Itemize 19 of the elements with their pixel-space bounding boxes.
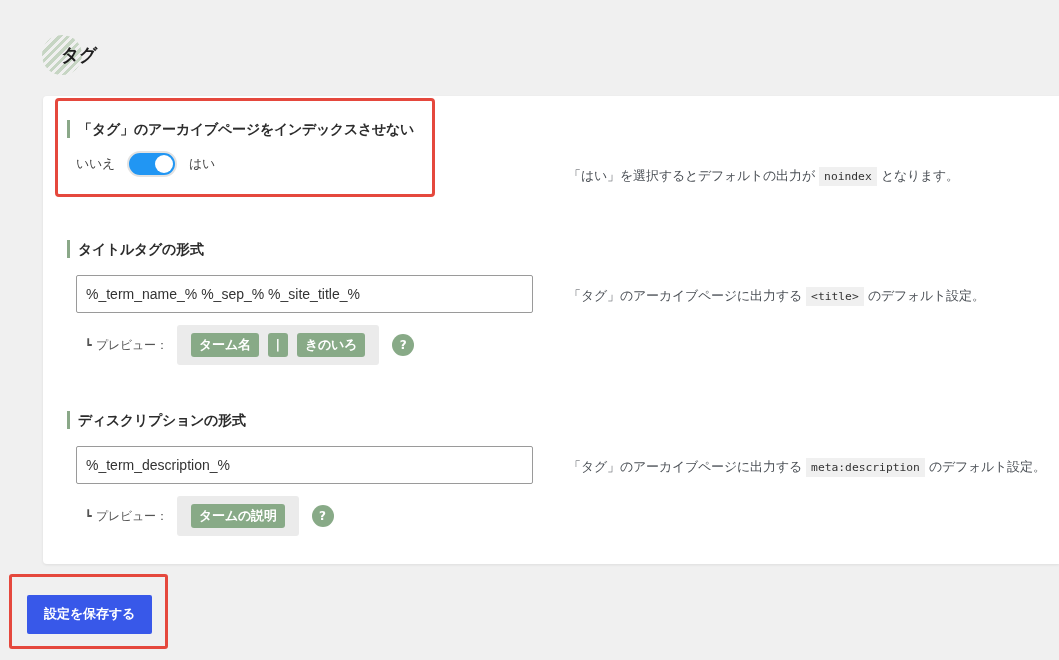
format-input[interactable]: %_term_description_%	[76, 446, 533, 484]
setting-label: タイトルタグの形式	[67, 240, 204, 258]
setting-label: 「タグ」のアーカイブページをインデックスさせない	[67, 120, 414, 138]
preview-tag: |	[267, 333, 289, 357]
preview-tag: タームの説明	[190, 504, 285, 528]
preview-label: ┗ プレビュー：	[85, 337, 168, 353]
preview-tag: ターム名	[190, 333, 259, 357]
help-text: 「タグ」のアーカイブページに出力する <title> のデフォルト設定。	[568, 218, 1059, 306]
toggle-off-label: いいえ	[76, 155, 115, 173]
help-text: 「タグ」のアーカイブページに出力する meta:description のデフォルト設定。	[568, 389, 1059, 477]
help-text: 「はい」を選択するとデフォルトの出力が noindex となります。	[568, 98, 1059, 186]
format-input[interactable]: %_term_name_% %_sep_% %_site_title_%	[76, 275, 533, 313]
toggle-on-label: はい	[189, 155, 215, 173]
save-button[interactable]: 設定を保存する	[27, 595, 152, 634]
setting-label: ディスクリプションの形式	[67, 411, 246, 429]
page-title: タグ	[61, 43, 97, 67]
preview-tag: きのいろ	[297, 333, 366, 357]
toggle-switch[interactable]	[127, 151, 177, 177]
preview-label: ┗ プレビュー：	[85, 508, 168, 524]
